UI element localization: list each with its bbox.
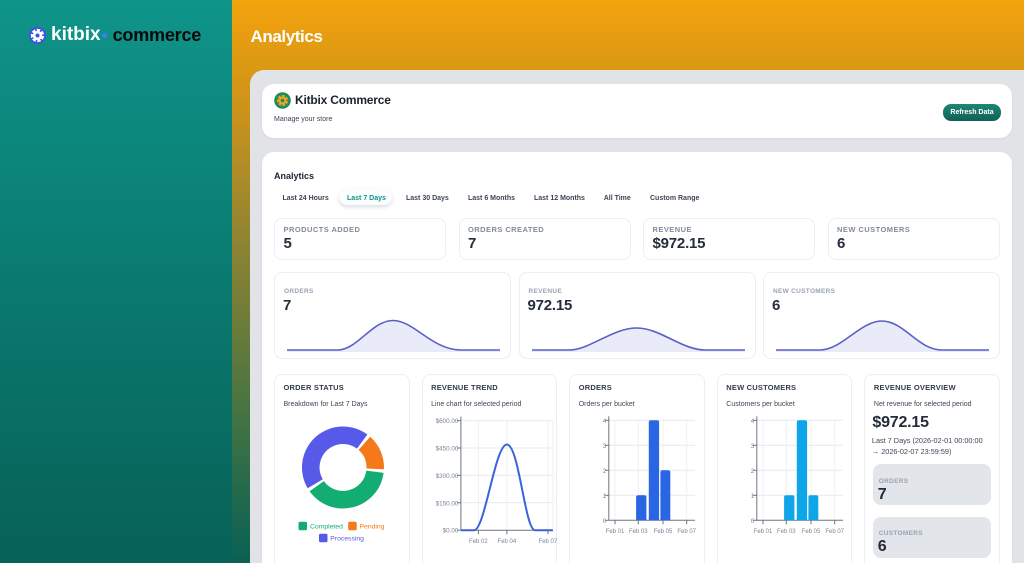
svg-text:1: 1 (751, 493, 755, 500)
svg-text:$600.00: $600.00 (435, 418, 458, 425)
svg-text:$0.00: $0.00 (442, 528, 458, 535)
svg-text:Feb 05: Feb 05 (654, 529, 673, 535)
svg-text:$150.00: $150.00 (435, 500, 458, 507)
svg-text:Feb 07: Feb 07 (678, 529, 697, 535)
svg-text:Feb 04: Feb 04 (497, 539, 516, 545)
svg-text:Feb 03: Feb 03 (777, 529, 796, 535)
svg-text:1: 1 (603, 493, 607, 500)
svg-text:4: 4 (751, 418, 755, 425)
svg-text:Processing: Processing (330, 536, 364, 543)
svg-text:4: 4 (603, 418, 607, 425)
svg-text:0: 0 (751, 518, 755, 525)
svg-text:Feb 07: Feb 07 (825, 529, 844, 535)
svg-text:3: 3 (603, 443, 607, 450)
svg-text:$300.00: $300.00 (435, 473, 458, 480)
svg-text:Feb 02: Feb 02 (469, 539, 488, 545)
svg-text:Completed: Completed (310, 524, 343, 531)
svg-text:Feb 01: Feb 01 (606, 529, 625, 535)
svg-text:2: 2 (751, 468, 755, 475)
svg-text:Pending: Pending (360, 524, 385, 531)
svg-text:Feb 03: Feb 03 (629, 529, 648, 535)
svg-text:3: 3 (751, 443, 755, 450)
svg-text:Feb 07: Feb 07 (538, 539, 557, 545)
svg-text:2: 2 (603, 468, 607, 475)
svg-text:Feb 05: Feb 05 (801, 529, 820, 535)
svg-text:Feb 01: Feb 01 (753, 529, 772, 535)
svg-text:$450.00: $450.00 (435, 446, 458, 453)
svg-text:0: 0 (603, 518, 607, 525)
